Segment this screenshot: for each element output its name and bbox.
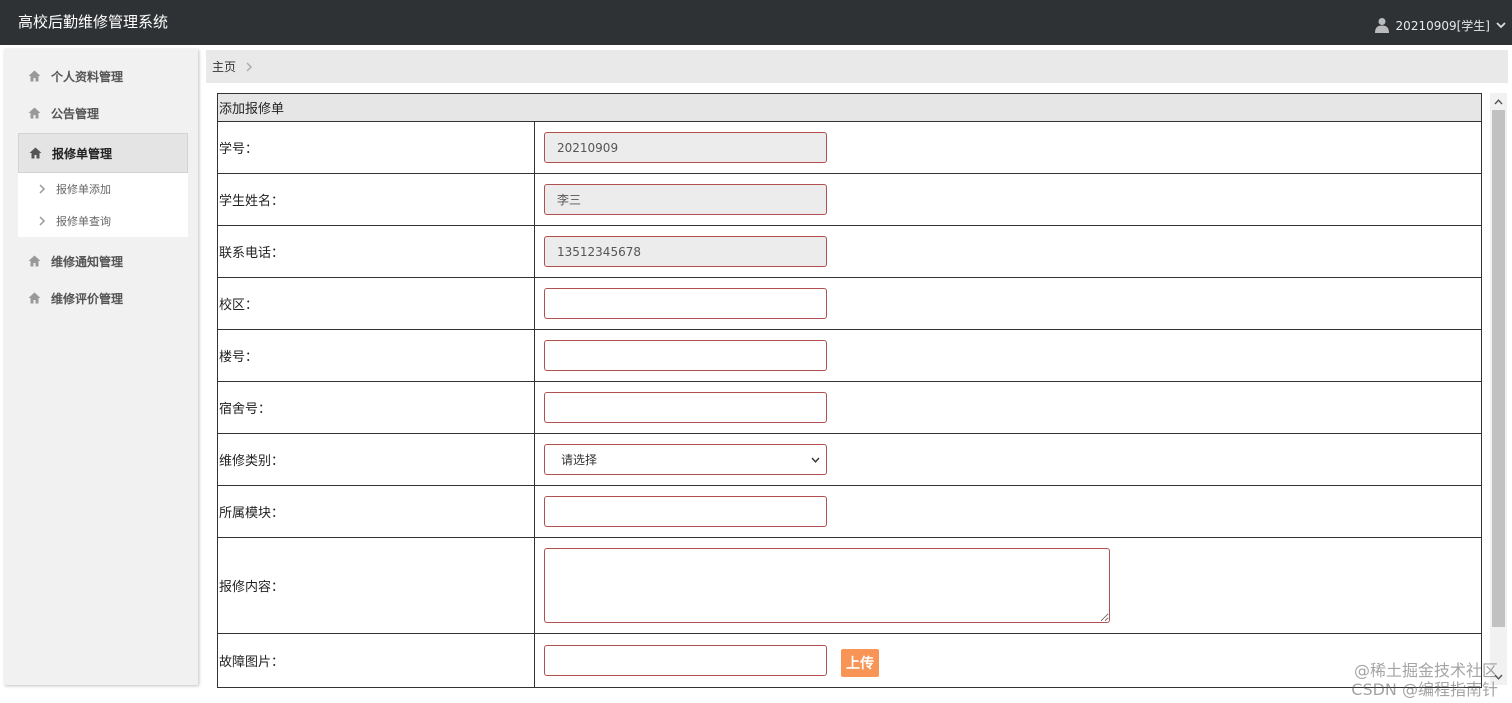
form-row: 学号： — [217, 121, 1482, 174]
breadcrumb-home[interactable]: 主页 — [212, 58, 236, 75]
form-row: 宿舍号： — [217, 381, 1482, 434]
student-name-label: 学生姓名： — [217, 173, 535, 226]
repair-form: 添加报修单 学号： 学生姓名： 联系电话： 校区： 楼号： 宿舍号： 维修类别：… — [217, 93, 1482, 688]
sidebar: 个人资料管理 公告管理 报修单管理 报修单添加 报修单查询 维修通知管理 维修评… — [4, 49, 198, 685]
dorm-field[interactable] — [544, 392, 827, 423]
sidebar-item-repair-notice[interactable]: 维修通知管理 — [4, 243, 198, 279]
image-field[interactable] — [544, 645, 827, 676]
form-row: 故障图片： 上传 — [217, 633, 1482, 688]
chevron-down-icon — [1496, 22, 1506, 29]
sidebar-item-repair-review[interactable]: 维修评价管理 — [4, 280, 198, 316]
form-row: 所属模块： — [217, 485, 1482, 538]
app-title: 高校后勤维修管理系统 — [18, 13, 169, 31]
chevron-up-icon — [1494, 98, 1503, 104]
form-row: 楼号： — [217, 329, 1482, 382]
home-icon — [28, 70, 41, 82]
category-select[interactable]: 请选择 — [544, 444, 827, 475]
chevron-right-icon — [39, 216, 46, 226]
dorm-label: 宿舍号： — [217, 381, 535, 434]
campus-label: 校区： — [217, 277, 535, 330]
campus-field[interactable] — [544, 288, 827, 319]
chevron-down-icon — [811, 457, 820, 463]
top-bar: 高校后勤维修管理系统 20210909[学生] — [0, 0, 1512, 45]
home-icon — [29, 147, 42, 159]
chevron-right-icon — [246, 62, 253, 71]
scroll-thumb[interactable] — [1492, 110, 1505, 627]
submenu-item-label: 报修单添加 — [56, 183, 111, 196]
form-row: 学生姓名： — [217, 173, 1482, 226]
form-row: 联系电话： — [217, 225, 1482, 278]
home-icon — [28, 255, 41, 267]
sidebar-item-notice[interactable]: 公告管理 — [4, 95, 198, 131]
form-row: 维修类别： 请选择 — [217, 433, 1482, 486]
scroll-up-button[interactable] — [1490, 93, 1507, 110]
content-textarea[interactable] — [544, 548, 1110, 623]
student-id-field[interactable] — [544, 132, 827, 163]
watermark: @稀土掘金技术社区 CSDN @编程指南针 — [1351, 661, 1498, 699]
student-name-field[interactable] — [544, 184, 827, 215]
building-field[interactable] — [544, 340, 827, 371]
form-row: 报修内容： — [217, 537, 1482, 634]
chevron-right-icon — [39, 184, 46, 194]
home-icon — [28, 292, 41, 304]
category-label: 维修类别： — [217, 433, 535, 486]
sidebar-item-label: 维修通知管理 — [51, 254, 124, 269]
breadcrumb: 主页 — [206, 50, 1508, 83]
sidebar-item-label: 报修单管理 — [52, 146, 113, 161]
scrollbar[interactable] — [1490, 93, 1507, 685]
form-row: 校区： — [217, 277, 1482, 330]
sidebar-item-label: 维修评价管理 — [51, 291, 124, 306]
form-title: 添加报修单 — [217, 93, 1482, 122]
sidebar-item-label: 个人资料管理 — [51, 69, 124, 84]
building-label: 楼号： — [217, 329, 535, 382]
submenu: 报修单添加 报修单查询 — [18, 173, 188, 237]
upload-button[interactable]: 上传 — [841, 648, 879, 677]
submenu-item-label: 报修单查询 — [56, 215, 111, 228]
phone-field[interactable] — [544, 236, 827, 267]
watermark-line: CSDN @编程指南针 — [1351, 680, 1498, 699]
submenu-item-query[interactable]: 报修单查询 — [18, 205, 188, 237]
category-selected: 请选择 — [561, 453, 598, 467]
home-icon — [28, 107, 41, 119]
module-label: 所属模块： — [217, 485, 535, 538]
student-id-label: 学号： — [217, 121, 535, 174]
content-label: 报修内容： — [217, 537, 535, 634]
watermark-line: @稀土掘金技术社区 — [1353, 661, 1498, 680]
sidebar-item-label: 公告管理 — [51, 106, 100, 121]
image-label: 故障图片： — [217, 633, 535, 688]
user-icon — [1374, 18, 1389, 33]
sidebar-item-profile[interactable]: 个人资料管理 — [4, 58, 198, 94]
sidebar-item-repair-orders[interactable]: 报修单管理 — [18, 133, 188, 173]
user-label: 20210909[学生] — [1395, 18, 1490, 33]
module-field[interactable] — [544, 496, 827, 527]
phone-label: 联系电话： — [217, 225, 535, 278]
user-menu[interactable]: 20210909[学生] — [1374, 15, 1506, 35]
submenu-item-add[interactable]: 报修单添加 — [18, 173, 188, 205]
